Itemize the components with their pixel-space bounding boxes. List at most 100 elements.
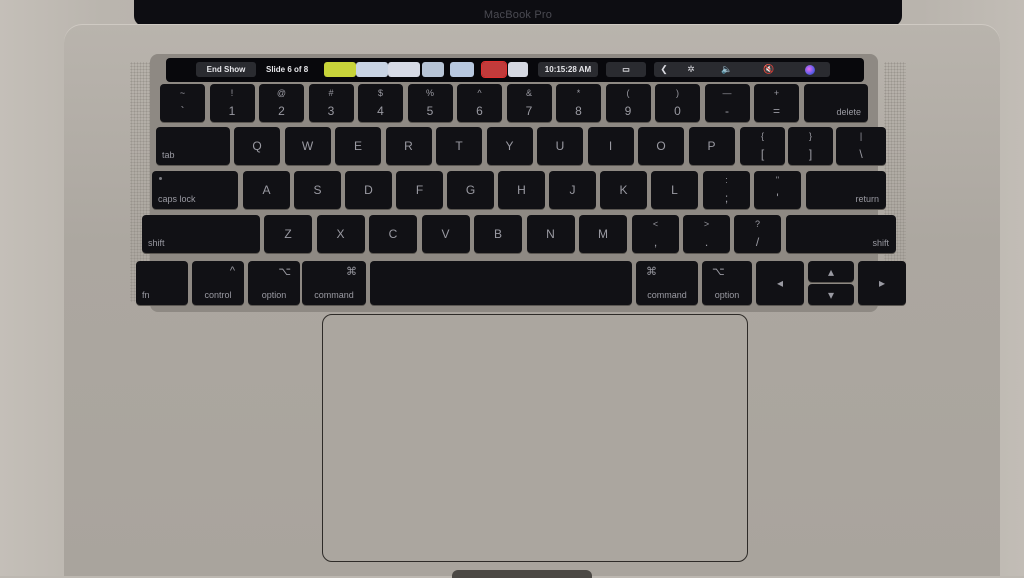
volume-button[interactable]: 🔈 [712,62,742,77]
key-sym[interactable]: | \ [836,127,886,165]
key-5[interactable]: % 5 [407,84,453,122]
key-label: shift [872,238,889,248]
command-symbol-icon: ⌘ [646,266,657,278]
slide-thumbnail[interactable] [324,62,356,77]
key-label: G [465,183,476,197]
key-label: } [808,131,812,141]
key-a[interactable]: A [243,171,290,209]
key-label: ; [724,191,729,205]
key-u[interactable]: U [537,127,583,165]
key-h[interactable]: H [498,171,545,209]
key-d[interactable]: D [345,171,392,209]
key-sym[interactable]: ? / [734,215,781,253]
brightness-button[interactable]: ✲ [676,62,706,77]
left-option-key[interactable]: ⌥ option [248,261,300,305]
left-command-key[interactable]: ⌘ command [302,261,366,305]
key-v[interactable]: V [421,215,470,253]
right-command-key[interactable]: ⌘ command [636,261,698,305]
key-label: X [336,227,345,241]
key-o[interactable]: O [638,127,684,165]
key-0[interactable]: ) 0 [655,84,700,122]
key-g[interactable]: G [447,171,494,209]
key-`[interactable]: ~ ` [160,84,205,122]
trackpad[interactable] [322,314,748,562]
fn-key[interactable]: fn [136,261,188,305]
slide-thumbnail[interactable] [508,62,528,77]
key-i[interactable]: I [587,127,634,165]
key-label: option [714,290,740,300]
key-label: / [755,235,760,249]
left-shift-key[interactable]: shift [142,215,260,253]
slide-thumbnail[interactable] [422,62,444,77]
caps-lock-key[interactable]: caps lock [152,171,238,209]
siri-button[interactable] [798,62,822,77]
key-label: O [656,139,666,153]
key-b[interactable]: B [474,215,522,253]
key-label: & [525,88,532,98]
mute-button[interactable]: 🔇 [754,62,784,77]
key-label: 8 [575,104,582,118]
key-k[interactable]: K [600,171,647,209]
key-z[interactable]: Z [264,215,312,253]
key-j[interactable]: J [549,171,596,209]
arrow-left-key[interactable]: ◂ [756,261,804,305]
key-n[interactable]: N [526,215,575,253]
arrow-right-key[interactable]: ▸ [858,261,906,305]
touch-bar: End Show Slide 6 of 8 10:15:28 AM ▭ ❮ ✲ … [166,58,864,82]
key-s[interactable]: S [294,171,341,209]
key-p[interactable]: P [688,127,735,165]
airplay-button[interactable]: ▭ [606,62,646,77]
key-sym[interactable]: }] [788,127,833,165]
key-label: ^ [477,88,482,98]
key-c[interactable]: C [369,215,417,253]
key-4[interactable]: $4 [358,84,403,122]
key-sym[interactable]: " ' [754,171,801,209]
key-sym[interactable]: {[ [740,127,785,165]
key-label: H [517,183,526,197]
key-r[interactable]: R [385,127,432,165]
slide-thumbnail[interactable] [481,61,507,78]
key--[interactable]: — - [704,84,750,122]
arrow-up-key[interactable]: ▴ [808,261,854,282]
space-bar[interactable] [370,261,632,305]
arrow-left-icon: ◂ [776,276,784,290]
key-label: ' [776,191,779,205]
key-label: . [704,235,709,249]
tab-key[interactable]: tab [156,127,230,165]
return-key[interactable]: return [806,171,886,209]
arrow-down-key[interactable]: ▾ [808,284,854,305]
delete-key[interactable]: delete [804,84,868,122]
slide-thumbnail[interactable] [388,62,420,77]
left-control-key[interactable]: ^ control [192,261,244,305]
key-y[interactable]: Y [486,127,533,165]
key-9[interactable]: (9 [605,84,651,122]
slide-thumbnail[interactable] [356,62,388,77]
key-e[interactable]: E [335,127,381,165]
key-3[interactable]: #3 [308,84,354,122]
expand-control-strip-button[interactable]: ❮ [656,62,672,77]
slide-status: Slide 6 of 8 [266,65,309,74]
key-t[interactable]: T [436,127,482,165]
key-8[interactable]: * 8 [556,84,601,122]
key-sym[interactable]: <, [632,215,679,253]
key-6[interactable]: ^ 6 [457,84,502,122]
key-7[interactable]: & 7 [506,84,552,122]
key-sym[interactable]: :; [703,171,750,209]
key-label: T [455,139,463,153]
key-1[interactable]: ! 1 [209,84,255,122]
arrow-right-icon: ▸ [878,276,886,290]
key-q[interactable]: Q [234,127,280,165]
right-option-key[interactable]: ⌥ option [702,261,752,305]
key-f[interactable]: F [396,171,443,209]
key-2[interactable]: @2 [259,84,304,122]
key-l[interactable]: L [651,171,698,209]
key-=[interactable]: + = [754,84,799,122]
key-sym[interactable]: >. [683,215,730,253]
right-shift-key[interactable]: shift [786,215,896,253]
key-label: tab [162,150,175,160]
end-show-button[interactable]: End Show [196,62,256,77]
key-x[interactable]: X [316,215,365,253]
key-w[interactable]: W [284,127,331,165]
key-m[interactable]: M [579,215,627,253]
slide-thumbnail[interactable] [450,62,474,77]
